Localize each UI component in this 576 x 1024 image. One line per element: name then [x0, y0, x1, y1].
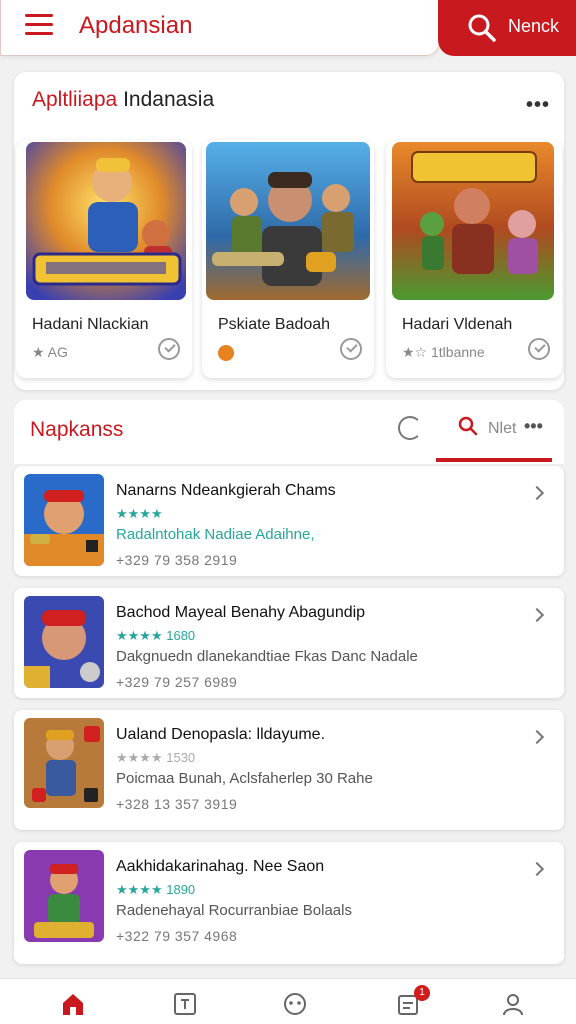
app-title-bar: Apdansian [0, 0, 440, 56]
list-item-description: Dakgnuedn dlanekandtiae Fkas Danc Nadale [116, 648, 418, 665]
game-card[interactable]: Pskiate Badoah [202, 140, 374, 378]
game-card[interactable]: Hadari Vldenah ★☆ 1tlbanne [386, 140, 562, 378]
profile-icon[interactable] [500, 991, 526, 1017]
game-card[interactable]: Hadani Nlackian ★ AG [16, 140, 192, 378]
list-item[interactable]: Bachod Mayeal Benahy Abagundip ★★★★ 1680… [14, 588, 564, 698]
list-item-rating: ★★★★ 1530 [116, 750, 196, 765]
list-item-stats: +322 79 357 4968 [116, 928, 238, 944]
game-rating: ★☆ 1tlbanne [402, 344, 485, 360]
notifications-button[interactable]: 1 [396, 985, 430, 1017]
bottom-navigation: 1 [0, 978, 576, 1024]
list-item[interactable]: Aakhidakarinahag. Nee Saon ★★★★ 1890 Rad… [14, 842, 564, 964]
game-thumbnail [392, 142, 554, 300]
active-tab-indicator [436, 458, 552, 462]
menu-icon[interactable] [25, 14, 53, 38]
coin-icon [218, 345, 234, 362]
list-item-stats: +329 79 358 2919 [116, 552, 238, 568]
featured-title-accent: Apltliiapa [32, 88, 118, 111]
game-name: Hadari Vldenah [402, 316, 513, 333]
game-thumbnail [206, 142, 370, 300]
list-item-stats: +329 79 257 6989 [116, 674, 238, 690]
game-name: Hadani Nlackian [32, 316, 149, 333]
section-header: Napkanss Nlet ••• [14, 400, 564, 464]
refresh-icon[interactable] [398, 416, 422, 440]
install-check-icon[interactable] [528, 338, 550, 360]
app-thumbnail [24, 850, 104, 942]
list-item-title: Nanarns Ndeankgierah Chams [116, 482, 336, 499]
list-item-description: Poicmaa Bunah, Aclsfaherlep 30 Rahe [116, 770, 373, 787]
list-item-stats: +328 13 357 3919 [116, 796, 238, 812]
list-item-rating: ★★★★ [116, 506, 163, 521]
app-thumbnail [24, 474, 104, 566]
search-icon [468, 14, 496, 42]
list-item[interactable]: Nanarns Ndeankgierah Chams ★★★★ Radalnto… [14, 466, 564, 576]
search-label: Nenck [508, 16, 560, 36]
search-button[interactable]: Nenck [438, 0, 576, 56]
game-thumbnail [26, 142, 186, 300]
app-title: Apdansian [79, 12, 193, 39]
home-icon[interactable] [60, 991, 86, 1017]
list-item-description: Radalntohak Nadiae Adaihne, [116, 526, 315, 543]
chevron-right-icon [529, 607, 545, 623]
top-bar: Apdansian Nenck [0, 0, 576, 60]
list-item-description: Radenehayal Rocurranbiae Bolaals [116, 902, 352, 919]
install-check-icon[interactable] [340, 338, 362, 360]
chevron-right-icon [529, 485, 545, 501]
game-rating: ★ AG [32, 344, 68, 360]
install-check-icon[interactable] [158, 338, 180, 360]
list-item-rating: ★★★★ 1890 [116, 882, 196, 897]
more-options-icon[interactable]: ••• [526, 94, 550, 117]
apps-icon[interactable] [172, 991, 198, 1017]
section-title: Napkanss [30, 418, 124, 441]
list-item-title: Ualand Denopasla: lldayume. [116, 726, 326, 743]
chevron-right-icon [529, 861, 545, 877]
more-options-icon[interactable]: ••• [524, 416, 543, 437]
games-icon[interactable] [282, 991, 308, 1017]
featured-title-rest: Indanasia [117, 88, 215, 111]
chevron-right-icon [529, 729, 545, 745]
list-item[interactable]: Ualand Denopasla: lldayume. ★★★★ 1530 Po… [14, 710, 564, 830]
featured-games-card: Apltliiapa Indanasia ••• Hadani Nlackian… [14, 72, 564, 390]
featured-title: Apltliiapa Indanasia [32, 88, 214, 112]
list-item-title: Aakhidakarinahag. Nee Saon [116, 858, 325, 875]
game-meta [218, 344, 234, 362]
list-item-title: Bachod Mayeal Benahy Abagundip [116, 604, 366, 621]
app-thumbnail [24, 596, 104, 688]
game-name: Pskiate Badoah [218, 316, 331, 333]
tab-label[interactable]: Nlet [488, 420, 516, 438]
search-icon[interactable] [458, 416, 478, 436]
app-thumbnail [24, 718, 104, 808]
list-item-rating: ★★★★ 1680 [116, 628, 196, 643]
notification-badge: 1 [414, 985, 430, 1001]
